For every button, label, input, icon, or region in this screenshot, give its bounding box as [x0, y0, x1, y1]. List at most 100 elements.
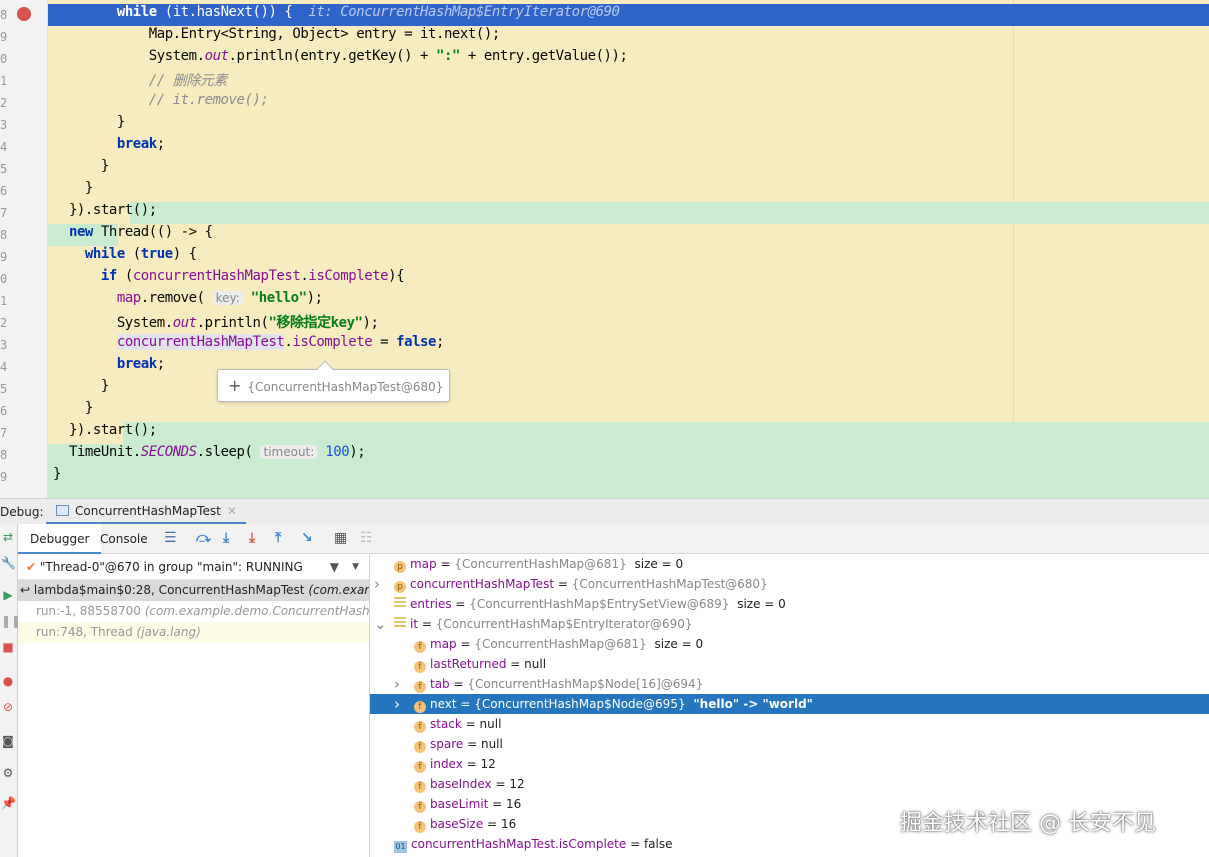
- code-line[interactable]: Map.Entry<String, Object> entry = it.nex…: [53, 26, 501, 48]
- evaluate-expression-icon[interactable]: ▦: [334, 530, 347, 546]
- run-to-cursor-icon[interactable]: ↘: [301, 530, 313, 546]
- variable-row[interactable]: f spare = null: [370, 734, 1209, 754]
- variable-row[interactable]: › f next = {ConcurrentHashMap$Node@695} "h…: [370, 694, 1209, 714]
- step-out-icon[interactable]: ⤒: [275, 530, 281, 546]
- code-line[interactable]: break;: [53, 136, 165, 158]
- code-token: ":": [436, 48, 460, 64]
- code-line[interactable]: concurrentHashMapTest.isComplete = false…: [53, 334, 444, 356]
- chevron-right-icon[interactable]: ›: [374, 574, 380, 594]
- frame-item[interactable]: ↩ lambda$main$0:28, ConcurrentHashMapTes…: [18, 580, 369, 601]
- thread-selector[interactable]: ✔ "Thread-0"@670 in group "main": RUNNIN…: [18, 554, 369, 580]
- chevron-down-icon[interactable]: ⌄: [374, 614, 387, 634]
- variable-row[interactable]: entries = {ConcurrentHashMap$EntrySetVie…: [370, 594, 1209, 614]
- code-line[interactable]: }: [53, 378, 109, 400]
- code-line[interactable]: }: [53, 180, 93, 202]
- variable-extra: size = 0: [654, 637, 704, 651]
- pause-icon[interactable]: ❚❚: [1, 614, 21, 628]
- tab-console[interactable]: Console: [100, 524, 148, 554]
- variable-row[interactable]: f index = 12: [370, 754, 1209, 774]
- variable-name: concurrentHashMapTest: [410, 577, 555, 591]
- debug-label: Debug:: [0, 505, 44, 519]
- force-step-into-icon[interactable]: ⤓: [249, 530, 255, 546]
- variable-row[interactable]: f stack = null: [370, 714, 1209, 734]
- return-icon: ↩: [20, 583, 31, 597]
- variable-value: false: [643, 837, 673, 851]
- variable-value: {ConcurrentHashMap$Node[16]@694}: [467, 677, 704, 691]
- chevron-right-icon[interactable]: ›: [394, 674, 400, 694]
- settings-icon[interactable]: ⚙: [1, 766, 15, 780]
- frame-item[interactable]: run:748, Thread (java.lang): [18, 622, 369, 643]
- variable-row[interactable]: f map = {ConcurrentHashMap@681} size = 0: [370, 634, 1209, 654]
- line-number: 8: [0, 448, 8, 462]
- variable-name: tab: [430, 677, 450, 691]
- close-icon[interactable]: ✕: [227, 504, 237, 518]
- code-line[interactable]: while (it.hasNext()) { it: ConcurrentHas…: [53, 4, 620, 26]
- code-line[interactable]: // 删除元素: [53, 70, 228, 92]
- stop-icon[interactable]: ■: [1, 640, 15, 654]
- variable-row[interactable]: ⌄ it = {ConcurrentHashMap$EntryIterator@6…: [370, 614, 1209, 634]
- breakpoint-icon[interactable]: [17, 7, 31, 21]
- field-icon: f: [414, 721, 426, 733]
- code-line[interactable]: }).start();: [53, 202, 157, 224]
- line-number: 6: [0, 184, 8, 198]
- field-icon: f: [414, 821, 426, 833]
- frame-method: run:748, Thread: [36, 625, 133, 639]
- tab-debugger[interactable]: Debugger: [18, 524, 102, 554]
- rerun-icon[interactable]: ⇄: [1, 530, 15, 544]
- code-line[interactable]: new Thread(() -> {: [53, 224, 213, 246]
- variable-row[interactable]: f lastReturned = null: [370, 654, 1209, 674]
- code-line[interactable]: TimeUnit.SECONDS.sleep( timeout: 100);: [53, 444, 366, 466]
- code-line[interactable]: System.out.println("移除指定key");: [53, 312, 379, 334]
- code-line[interactable]: }: [53, 158, 109, 180]
- view-breakpoints-icon[interactable]: ●: [1, 674, 15, 688]
- code-line[interactable]: break;: [53, 356, 165, 378]
- variable-row[interactable]: f baseIndex = 12: [370, 774, 1209, 794]
- variable-value: {ConcurrentHashMap@681}: [454, 557, 627, 571]
- changed-line-highlight: [123, 422, 1209, 444]
- code-line[interactable]: if (concurrentHashMapTest.isComplete){: [53, 268, 405, 290]
- debug-session-tab[interactable]: ConcurrentHashMapTest ✕: [46, 499, 246, 525]
- code-token: break: [116, 356, 157, 372]
- code-line[interactable]: while (true) {: [53, 246, 197, 268]
- variable-value: 16: [500, 817, 517, 831]
- filter-icon[interactable]: ▼: [330, 554, 339, 580]
- step-over-icon[interactable]: ⤼: [196, 530, 211, 546]
- thread-label: "Thread-0"@670 in group "main": RUNNING: [39, 560, 303, 574]
- pin-icon[interactable]: 📌: [1, 796, 16, 810]
- code-line[interactable]: // it.remove();: [53, 92, 269, 114]
- layout-menu-icon[interactable]: ☰: [164, 530, 177, 546]
- code-line[interactable]: }: [53, 400, 93, 422]
- wrench-icon[interactable]: 🔧: [1, 556, 16, 570]
- variable-row[interactable]: 01 concurrentHashMapTest.isComplete = fal…: [370, 834, 1209, 854]
- expand-plus-icon[interactable]: +: [228, 376, 241, 395]
- code-token: ){: [388, 268, 405, 284]
- variable-row[interactable]: › f tab = {ConcurrentHashMap$Node[16]@694}: [370, 674, 1209, 694]
- code-token: concurrentHashMapTest: [116, 334, 285, 350]
- chevron-right-icon[interactable]: ›: [394, 694, 400, 714]
- field-icon: f: [414, 781, 426, 793]
- code-token: Thread(() -> {: [92, 224, 213, 240]
- code-line[interactable]: }: [53, 114, 125, 136]
- trace-stream-icon[interactable]: ☷: [360, 530, 373, 546]
- camera-icon[interactable]: ◙: [1, 734, 15, 748]
- code-token: ) {: [172, 246, 197, 262]
- code-editor[interactable]: 8 9 0 1 2 3 4 5 6 7 8 9 0 1 2 3 4 5 6 7 8 9 while (it.hasNext…: [0, 0, 1209, 498]
- code-line[interactable]: }: [53, 466, 61, 488]
- chevron-down-icon[interactable]: ▼: [352, 554, 359, 580]
- code-line[interactable]: System.out.println(entry.getKey() + ":" …: [53, 48, 628, 70]
- code-line[interactable]: }).start();: [53, 422, 157, 444]
- mute-breakpoints-icon[interactable]: ⊘: [1, 700, 15, 714]
- run-config-icon: [56, 505, 69, 516]
- variable-row[interactable]: p map = {ConcurrentHashMap@681} size = 0: [370, 554, 1209, 574]
- frame-method: run:-1, 88558700: [36, 604, 141, 618]
- variable-row[interactable]: › p concurrentHashMapTest = {ConcurrentHas…: [370, 574, 1209, 594]
- code-line[interactable]: map.remove( key: "hello");: [53, 290, 323, 312]
- resume-icon[interactable]: ▶: [1, 588, 15, 602]
- frame-item[interactable]: run:-1, 88558700 (com.example.demo.Concu…: [18, 601, 369, 622]
- step-into-icon[interactable]: ⤓: [223, 530, 229, 546]
